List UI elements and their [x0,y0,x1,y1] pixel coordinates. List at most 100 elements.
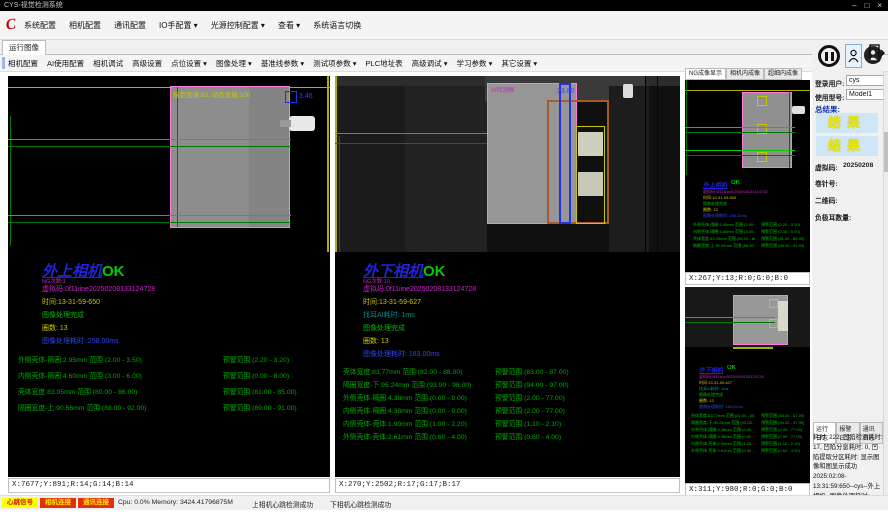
tab-run-image[interactable]: 运行图像 [2,40,46,55]
thumb-top-statusbar: X:267;Y:13;R:0;G:0;B:0 [685,272,810,285]
menu-light-config[interactable]: 光源控制配置 ▾ [211,20,265,31]
scrollbar-thumb[interactable] [884,132,888,172]
menu-view[interactable]: 查看 ▾ [278,20,300,31]
left-done-line: 图像处理完成 [42,310,84,320]
thumb-bottom-ok: OK [727,365,736,371]
close-icon[interactable]: × [877,0,882,11]
left-row-2-value: 壳体宽度:83.05mm 范围:(80.00 - 86.00) [18,386,137,396]
thumb-tab-cam-inner[interactable]: 相机内成像 [726,68,764,80]
tool-image-processing[interactable]: 图像处理 ▾ [216,58,252,69]
exit-button[interactable] [868,42,886,64]
thumb-top-title: 外上相机 [703,180,727,189]
left-row-0-value: 外侧壳体-隔圈:2.95mm 范围:(2.00 - 3.50) [18,354,142,364]
middle-ok-label: OK [423,263,446,280]
tool-advanced-settings[interactable]: 高级设置 [132,58,162,69]
camera-link-badge: 相机连接 [40,498,76,508]
thumb-bottom-row1w: 预警范围:(94.00 - 97.00) [761,420,807,426]
comm-link-badge: 通讯连接 [78,498,114,508]
left-time-line: 时间:13-31-59-650 [42,297,100,307]
bright-spot [623,84,633,98]
cam-up-heartbeat-text: 上相机心跳检测成功 [252,499,313,509]
tool-advanced-debug[interactable]: 高级调试 ▾ [412,58,448,69]
mid-row-4-value: 内侧壳体-壳体:1.90mm 范围:(1.00 - 2.20) [343,418,467,428]
tab-highlight-1 [578,132,603,156]
thumb-bottom-row4: 内侧壳体-壳体:1.90mm 范围:(1.00 - 2.20) [691,441,755,447]
middle-done-line: 图像处理完成 [363,323,405,333]
qr-code-label: 二维码: [815,195,838,205]
cell-block [170,86,290,228]
middle-camera-panel: AI检测框 23.80 外下相机OK NG次数:10 虚拟码:0f11iine2… [335,76,680,477]
left-row-3-value: 隔圈宽度-上:90.56mm 范围:(88.00 - 92.00) [18,402,146,412]
minimize-icon[interactable]: – [852,0,856,11]
mid-row-5-value: 外侧壳体-壳体:2.61mm 范围:(0.60 - 4.00) [343,431,467,441]
menu-language[interactable]: 系统语言切换 [313,20,361,31]
thumb-bottom-cost: 图像处理耗时: 183.00ms [699,404,743,410]
thumb-bottom-row3: 内侧壳体-隔圈:4.38mm 范围:(0.00 - 9.00) [691,434,755,440]
thumb-tab-ng[interactable]: NG成像显示 [685,68,726,80]
middle-barcode-line: 虚拟码:0f11iine20250208133124728 [363,284,476,294]
menu-comm-config[interactable]: 通讯配置 [114,20,146,31]
left-camera-image[interactable]: 标定宽值:93, 动态宽值:100 3.46 [8,76,330,252]
thumb-top-row2: 壳体宽度:83.05mm 范围:(80.00 - 86.00) [693,236,755,242]
user-icon [848,49,859,63]
middle-turns-line: 圈数: 13 [363,336,389,346]
right-scrollbar[interactable] [883,72,888,495]
window-titlebar: CYS-视觉检测系统 [0,0,888,11]
user-button[interactable] [845,44,862,68]
model-label: 使用型号: [815,92,844,102]
menu-io-config[interactable]: IO手配置 ▾ [159,20,198,31]
tool-test-params[interactable]: 测试项参数 ▾ [313,58,356,69]
result-box-1: 结果 [816,113,878,133]
tool-ai-config[interactable]: AI使用配置 [47,58,84,69]
tab-highlight-2 [578,172,603,196]
tool-point-settings[interactable]: 点位设置 ▾ [171,58,207,69]
cam-down-heartbeat-text: 下相机心跳检测成功 [330,499,391,509]
model-field[interactable] [846,89,886,100]
tool-learn-params[interactable]: 学习参数 ▾ [456,58,492,69]
mid-row-3-value: 内侧壳体-隔圈:4.38mm 范围:(0.00 - 9.00) [343,405,467,415]
result-box-2: 结果 [816,136,878,156]
thumb-bottom-title: 外下相机 [699,365,723,374]
left-row-2-warn: 预警范围:(81.00 - 85.00) [223,386,297,396]
heartbeat-badge: 心跳信号 [2,498,38,508]
mid-row-0-value: 壳体宽度:83.77mm 范围:(82.00 - 88.00) [343,366,462,376]
measure-box-blue [559,83,571,224]
thumb-bottom-row5w: 预警范围:(0.60 - 4.00) [761,448,807,454]
left-ok-label: OK [102,263,125,280]
menu-camera-config[interactable]: 相机配置 [69,20,101,31]
tool-camera-debug[interactable]: 相机调试 [93,58,123,69]
thumb-bottom-row4w: 预警范围:(1.10 - 2.10) [761,441,807,447]
measure-value-label: 3.46 [299,93,313,100]
thumb-tab-fine-inner[interactable]: 超细内成像 [764,68,802,80]
tool-baseline-params[interactable]: 基准线参数 ▾ [261,58,304,69]
tool-plc-table[interactable]: PLC地址表 [366,58,403,69]
pause-button[interactable] [815,42,843,70]
mid-row-1-value: 隔圈宽度-下:95.24mm 范围:(93.00 - 98.00) [343,379,471,389]
menu-bar: C 系统配置 相机配置 通讯配置 IO手配置 ▾ 光源控制配置 ▾ 查看 ▾ 系… [0,11,888,40]
tool-other-settings[interactable]: 其它设置 ▾ [501,58,537,69]
mid-row-3-warn: 预警范围:(2.00 - 77.00) [495,405,565,415]
maximize-icon[interactable]: □ [864,0,869,11]
thumb-top-panel[interactable]: 外上相机 OK 虚拟码:0f11iine20250208133124728 时间… [685,80,810,272]
app-logo-icon: C [5,16,17,34]
menu-system-config[interactable]: 系统配置 [24,20,56,31]
mid-row-0-warn: 预警范围:(83.00 - 87.00) [495,366,569,376]
left-cost-line: 图像处理耗时: 258.00ms [42,336,119,346]
mid-row-2-value: 外侧壳体-隔圈:4.38mm 范围:(0.00 - 9.00) [343,392,467,402]
thumb-bottom-row0: 壳体宽度:83.77mm 范围:(82.00 - 88.00) [691,413,755,419]
tab-strip: 运行图像 [0,40,888,55]
left-row-1-warn: 预警范围:(0.00 - 8.00) [223,370,289,380]
middle-camera-image[interactable]: AI检测框 23.80 [335,76,680,252]
thumb-bottom-row0w: 预警范围:(83.00 - 87.00) [761,413,807,419]
width-overlay-label: 标定宽值:93, 动态宽值:100 [173,89,250,99]
thumb-top-row2w: 预警范围:(81.00 - 85.00) [761,236,807,242]
thumb-bright-spot [778,301,788,331]
toolbar-handle [2,57,5,69]
thumb-top-row3: 隔圈宽度-上:90.56mm 范围:(88.00 - 92.00) [693,243,755,249]
thumb-top-row0: 外侧壳体-隔圈:2.95mm 范围:(2.00 - 3.50) [693,222,755,228]
thumb-bottom-row2: 外侧壳体-隔圈:4.38mm 范围:(0.00 - 9.00) [691,427,755,433]
thumb-bottom-panel[interactable]: 外下相机 OK 虚拟码:0f11iine20250208133124728 时间… [685,287,810,483]
login-user-field[interactable] [846,75,886,86]
tool-camera-config[interactable]: 相机配置 [8,58,38,69]
log-text-area[interactable]: 耗时: 222, 凹陷检测耗时: 17, 凹陷分息耗时: 0, 凹陷提取分区耗时… [813,433,883,495]
